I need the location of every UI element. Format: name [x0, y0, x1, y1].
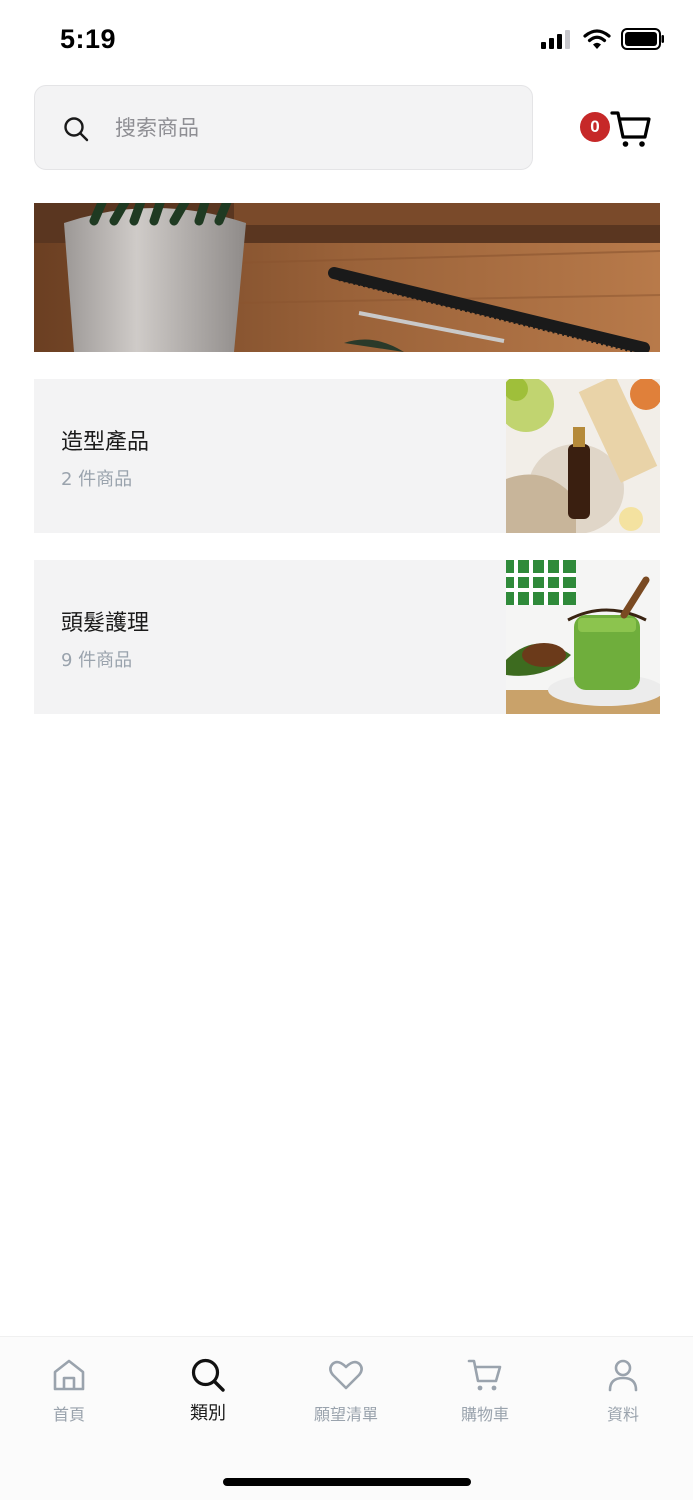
category-card-styling-products[interactable]: 造型產品 2 件商品	[34, 379, 660, 533]
tab-categories[interactable]: 類別	[148, 1349, 268, 1429]
search-input[interactable]	[115, 108, 515, 148]
battery-icon	[621, 28, 664, 50]
tab-label: 首頁	[52, 1405, 85, 1424]
search-icon	[64, 117, 89, 142]
category-count: 2 件商品	[61, 469, 133, 490]
tab-label: 類別	[190, 1403, 226, 1424]
tab-wishlist[interactable]: 願望清單	[286, 1349, 406, 1429]
category-count: 9 件商品	[61, 650, 133, 671]
category-card-hair-care[interactable]: 頭髮護理 9 件商品	[34, 560, 660, 714]
promo-banner[interactable]	[34, 203, 660, 352]
cart-icon	[610, 111, 651, 147]
status-time: 5:19	[60, 24, 117, 54]
wifi-icon	[583, 29, 611, 49]
cellular-signal-icon	[541, 30, 570, 49]
cart-count-badge: 0	[580, 112, 610, 142]
cart-icon	[467, 1359, 502, 1391]
home-icon	[53, 1359, 85, 1391]
tab-cart[interactable]: 購物車	[425, 1349, 545, 1429]
search-bar[interactable]	[34, 85, 533, 170]
user-icon	[608, 1359, 638, 1392]
category-name: 造型產品	[61, 430, 150, 455]
category-image	[506, 560, 660, 714]
status-bar: 5:19	[0, 0, 693, 84]
tab-profile[interactable]: 資料	[563, 1349, 683, 1429]
tab-label: 購物車	[460, 1405, 509, 1424]
header-cart-button[interactable]: 0	[578, 104, 658, 152]
category-image	[506, 379, 660, 533]
category-name: 頭髮護理	[61, 611, 150, 636]
banner-image	[34, 203, 660, 352]
tab-label: 願望清單	[313, 1405, 378, 1424]
heart-icon	[329, 1360, 363, 1390]
status-icons	[541, 28, 665, 50]
tab-home[interactable]: 首頁	[9, 1349, 129, 1429]
home-indicator	[223, 1478, 471, 1486]
search-icon	[191, 1358, 225, 1392]
bottom-tab-bar: 首頁 類別 願望清單 購物車 資料	[0, 1336, 693, 1500]
tab-label: 資料	[606, 1405, 639, 1424]
